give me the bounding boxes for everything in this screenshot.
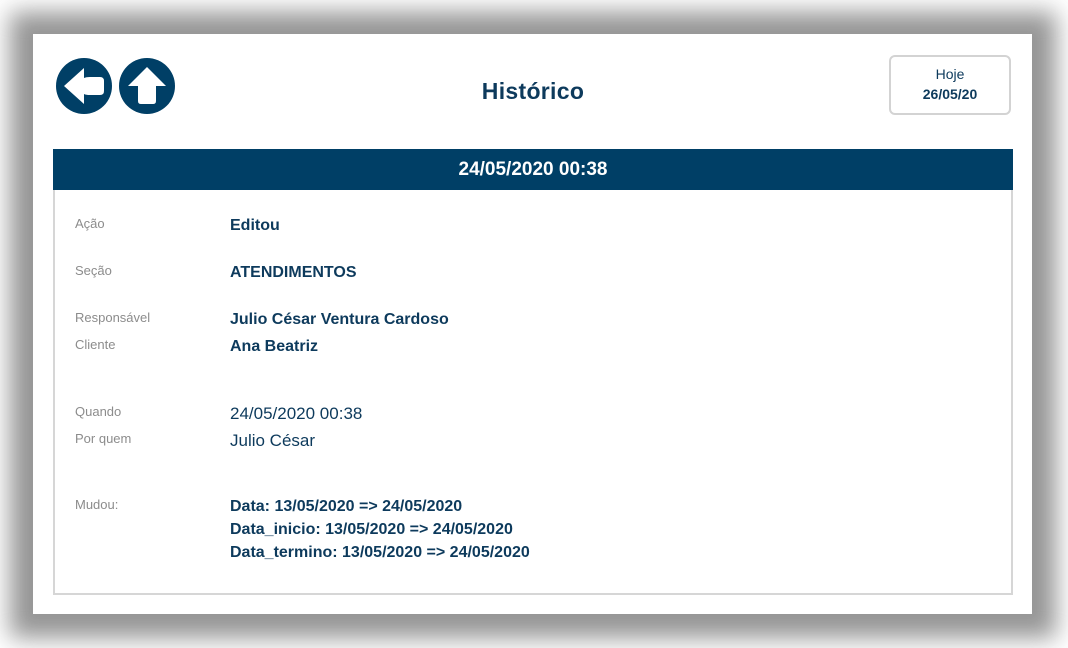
responsavel-value: Julio César Ventura Cardoso: [230, 311, 449, 328]
acao-label: Ação: [75, 216, 105, 231]
today-label: Hoje: [935, 66, 965, 82]
responsavel-label: Responsável: [75, 310, 151, 325]
acao-value: Editou: [230, 217, 280, 234]
change-item: Data_inicio: 13/05/2020 => 24/05/2020: [230, 521, 513, 538]
change-item: Data: 13/05/2020 => 24/05/2020: [230, 498, 463, 515]
secao-label: Seção: [75, 263, 112, 278]
changes-list: Data: 13/05/2020 => 24/05/2020 Data_inic…: [230, 495, 530, 564]
porquem-value: Julio César: [230, 431, 316, 450]
quando-label: Quando: [75, 404, 122, 419]
secao-value: ATENDIMENTOS: [230, 264, 357, 281]
history-entry-card: 24/05/2020 00:38 Ação Editou Seção ATEND…: [53, 149, 1013, 595]
change-item: Data_termino: 13/05/2020 => 24/05/2020: [230, 544, 530, 561]
cliente-value: Ana Beatriz: [230, 338, 319, 355]
today-date-box: Hoje 26/05/20: [889, 55, 1011, 115]
history-window: Histórico Hoje 26/05/20 24/05/2020 00:38…: [33, 34, 1032, 614]
quando-value: 24/05/2020 00:38: [230, 404, 363, 423]
cliente-label: Cliente: [75, 337, 116, 352]
today-date: 26/05/20: [922, 86, 978, 102]
mudou-label: Mudou:: [75, 497, 119, 512]
entry-timestamp-header: 24/05/2020 00:38: [53, 149, 1013, 190]
porquem-label: Por quem: [75, 431, 132, 446]
page-title: Histórico: [481, 78, 585, 104]
